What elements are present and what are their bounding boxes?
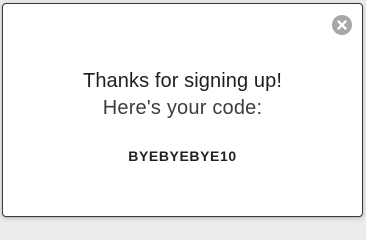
discount-code: BYEBYEBYE10 — [128, 148, 237, 164]
thanks-heading: Thanks for signing up! — [83, 70, 282, 92]
code-intro-text: Here's your code: — [102, 97, 263, 119]
close-icon[interactable] — [332, 15, 352, 35]
signup-confirmation-modal: Thanks for signing up! Here's your code:… — [2, 3, 363, 217]
close-x-glyph — [337, 20, 347, 30]
